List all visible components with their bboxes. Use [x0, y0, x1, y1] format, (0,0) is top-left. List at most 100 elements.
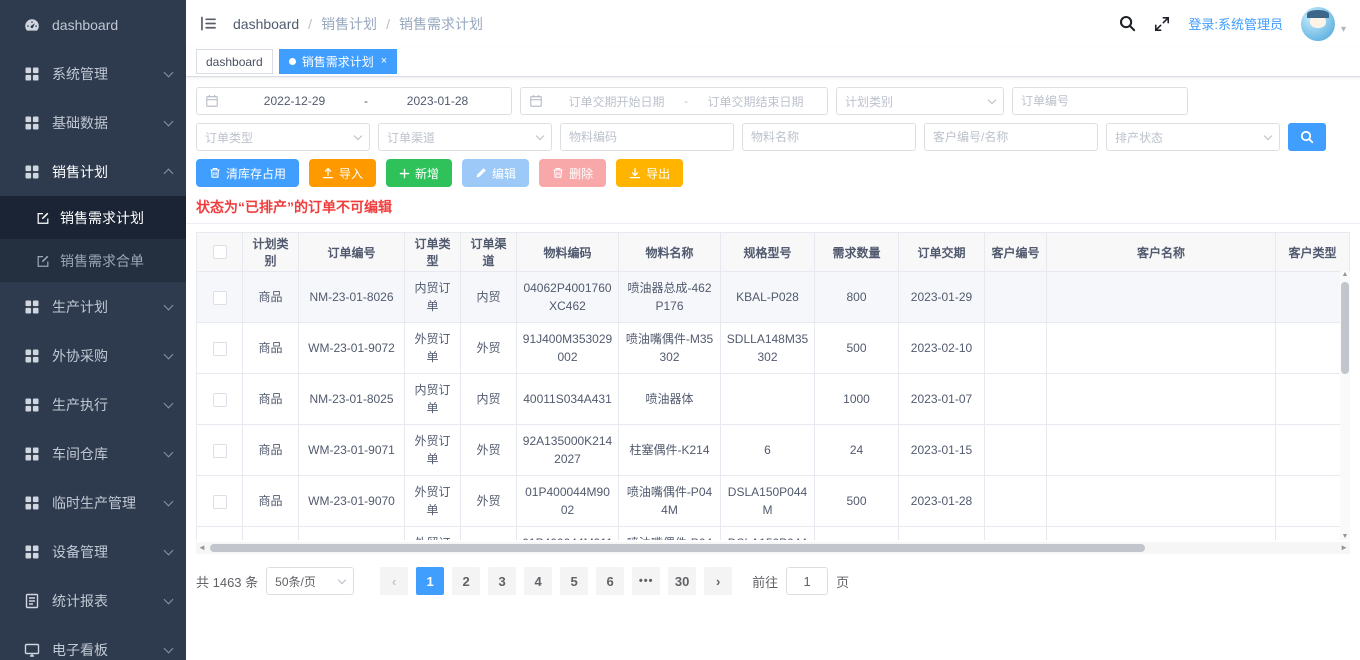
checkbox-cell — [197, 272, 243, 323]
material-code-input[interactable] — [560, 123, 734, 151]
row-checkbox[interactable] — [213, 393, 227, 407]
checkbox-cell — [197, 323, 243, 374]
select-all-checkbox[interactable] — [213, 245, 227, 259]
plus-icon — [399, 168, 410, 179]
search-icon[interactable] — [1119, 15, 1136, 32]
sidebar-item-workshop-warehouse[interactable]: 车间仓库 — [0, 429, 186, 478]
logged-in-user[interactable]: 登录:系统管理员 — [1188, 14, 1283, 33]
import-button[interactable]: 导入 — [309, 159, 376, 187]
sidebar-item-dashboard[interactable]: dashboard — [0, 0, 186, 49]
fullscreen-icon[interactable] — [1154, 16, 1170, 32]
date-start-placeholder: 订单交期开始日期 — [553, 93, 680, 110]
cell-material-name: 喷油嘴偶件-P044M — [619, 527, 721, 541]
next-page-button[interactable]: › — [704, 567, 732, 595]
more-pages-button[interactable]: ••• — [632, 567, 660, 595]
row-checkbox[interactable] — [213, 444, 227, 458]
row-checkbox[interactable] — [213, 342, 227, 356]
page-button-4[interactable]: 4 — [524, 567, 552, 595]
goto-page-input[interactable] — [786, 567, 828, 595]
order-type-select[interactable]: 订单类型 — [196, 123, 370, 151]
order-no-input[interactable] — [1012, 87, 1188, 115]
vertical-scroll-thumb[interactable] — [1341, 282, 1349, 374]
sidebar-item-production-plan[interactable]: 生产计划 — [0, 282, 186, 331]
chevron-down-icon — [338, 575, 346, 583]
prev-page-button[interactable]: ‹ — [380, 567, 408, 595]
cell-customer-no — [985, 374, 1047, 425]
grid-icon — [24, 115, 40, 131]
cell-customer-name — [1047, 374, 1276, 425]
cell-order-channel: 外贸 — [461, 323, 517, 374]
delete-button[interactable]: 删除 — [539, 159, 606, 187]
cell-order-channel: 外贸 — [461, 527, 517, 541]
sidebar-item-production-exec[interactable]: 生产执行 — [0, 380, 186, 429]
chevron-down-icon — [164, 594, 174, 604]
due-date-range-picker[interactable]: 订单交期开始日期 - 订单交期结束日期 — [520, 87, 828, 115]
select-all-cell — [197, 233, 243, 272]
sidebar-item-system-mgmt[interactable]: 系统管理 — [0, 49, 186, 98]
top-header: dashboard / 销售计划 / 销售需求计划 登录:系统管理员 ▾ — [186, 0, 1360, 47]
checkbox-cell — [197, 374, 243, 425]
breadcrumb-item[interactable]: dashboard — [233, 16, 299, 32]
cell-material-code: 40011S034A431 — [517, 374, 619, 425]
page-button-30[interactable]: 30 — [668, 567, 696, 595]
close-icon[interactable]: × — [381, 56, 387, 67]
sidebar-item-electronic-board[interactable]: 电子看板 — [0, 625, 186, 660]
search-button[interactable] — [1288, 123, 1326, 151]
add-button[interactable]: 新增 — [386, 159, 452, 187]
col-material-name: 物料名称 — [619, 233, 721, 272]
checkbox-cell — [197, 476, 243, 527]
sidebar-collapse-icon[interactable] — [200, 16, 217, 31]
schedule-status-select[interactable]: 排产状态 — [1106, 123, 1280, 151]
sidebar-item-statistics-report[interactable]: 统计报表 — [0, 576, 186, 625]
clear-stock-button[interactable]: 清库存占用 — [196, 159, 299, 187]
tab-sales-demand-plan[interactable]: 销售需求计划 × — [279, 49, 397, 74]
export-button[interactable]: 导出 — [616, 159, 683, 187]
row-checkbox[interactable] — [213, 291, 227, 305]
cell-demand-qty: 800 — [815, 272, 899, 323]
chevron-down-icon[interactable]: ▾ — [1341, 24, 1346, 35]
cell-order-channel: 内贸 — [461, 272, 517, 323]
sidebar-item-sales-demand-merge[interactable]: 销售需求合单 — [0, 239, 186, 282]
tab-dashboard[interactable]: dashboard — [196, 49, 273, 74]
table-row: 商品 WM-23-01-9069 外贸订单 外贸 01P400044M9116 … — [197, 527, 1350, 541]
calendar-icon — [205, 94, 219, 108]
horizontal-scrollbar[interactable]: ◄ ► — [196, 542, 1350, 554]
vertical-scrollbar[interactable]: ▲ ▼ — [1340, 271, 1350, 540]
page-button-5[interactable]: 5 — [560, 567, 588, 595]
page-button-6[interactable]: 6 — [596, 567, 624, 595]
page-button-2[interactable]: 2 — [452, 567, 480, 595]
customer-input[interactable] — [924, 123, 1098, 151]
avatar[interactable] — [1301, 7, 1335, 41]
scroll-up-icon[interactable]: ▲ — [1340, 271, 1350, 278]
checkbox-cell — [197, 527, 243, 541]
material-name-input[interactable] — [742, 123, 916, 151]
scroll-left-icon[interactable]: ◄ — [198, 543, 206, 552]
grid-icon — [24, 397, 40, 413]
main-area: dashboard / 销售计划 / 销售需求计划 登录:系统管理员 ▾ — [186, 0, 1360, 660]
scroll-down-icon[interactable]: ▼ — [1340, 533, 1350, 540]
sidebar-item-sales-demand-plan[interactable]: 销售需求计划 — [0, 196, 186, 239]
horizontal-scroll-thumb[interactable] — [210, 544, 1145, 552]
board-icon — [24, 642, 40, 658]
cell-customer-no — [985, 323, 1047, 374]
sidebar-item-base-data[interactable]: 基础数据 — [0, 98, 186, 147]
sidebar-item-outsourcing[interactable]: 外协采购 — [0, 331, 186, 380]
cell-customer-name — [1047, 425, 1276, 476]
page-size-select[interactable]: 50条/页 — [266, 567, 354, 595]
sidebar-item-temp-production-mgmt[interactable]: 临时生产管理 — [0, 478, 186, 527]
page-button-1[interactable]: 1 — [416, 567, 444, 595]
page-button-3[interactable]: 3 — [488, 567, 516, 595]
sidebar-item-sales-plan[interactable]: 销售计划 — [0, 147, 186, 196]
button-label: 删除 — [569, 165, 593, 182]
order-channel-select[interactable]: 订单渠道 — [378, 123, 552, 151]
row-checkbox[interactable] — [213, 495, 227, 509]
edit-button[interactable]: 编辑 — [462, 159, 529, 187]
plan-category-select[interactable]: 计划类别 — [836, 87, 1004, 115]
create-date-range-picker[interactable]: 2022-12-29 - 2023-01-28 — [196, 87, 512, 115]
upload-icon — [322, 167, 334, 179]
download-icon — [629, 167, 641, 179]
sidebar-item-equipment-mgmt[interactable]: 设备管理 — [0, 527, 186, 576]
page-size-value: 50条/页 — [275, 573, 316, 590]
scroll-right-icon[interactable]: ► — [1340, 543, 1348, 552]
sidebar-item-label: 生产计划 — [52, 297, 165, 317]
